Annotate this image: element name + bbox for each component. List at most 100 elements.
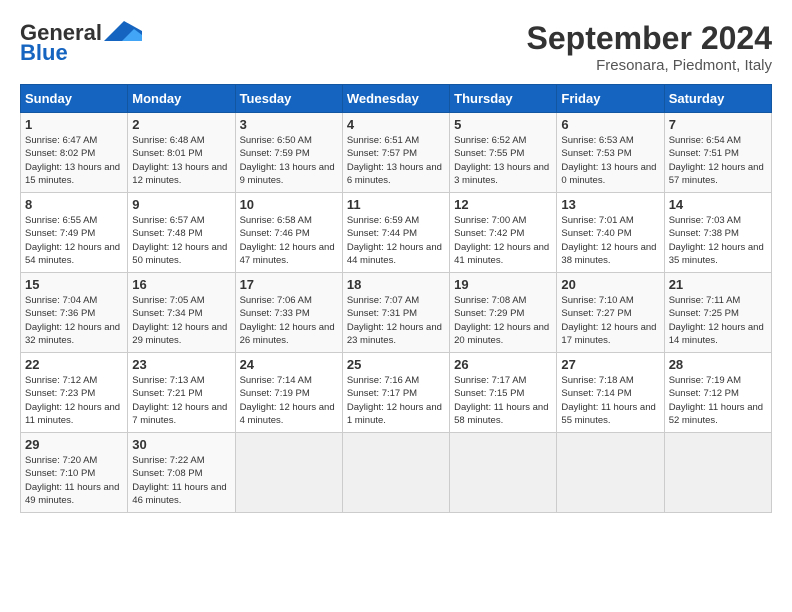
calendar-day-cell: 26 Sunrise: 7:17 AM Sunset: 7:15 PM Dayli… bbox=[450, 353, 557, 433]
calendar-day-cell bbox=[557, 433, 664, 513]
day-number: 1 bbox=[25, 117, 123, 132]
day-info: Sunrise: 6:53 AM Sunset: 7:53 PM Dayligh… bbox=[561, 134, 659, 187]
calendar-week-row: 29 Sunrise: 7:20 AM Sunset: 7:10 PM Dayli… bbox=[21, 433, 772, 513]
day-info: Sunrise: 7:04 AM Sunset: 7:36 PM Dayligh… bbox=[25, 294, 123, 347]
calendar-day-cell: 8 Sunrise: 6:55 AM Sunset: 7:49 PM Daylig… bbox=[21, 193, 128, 273]
day-info: Sunrise: 7:05 AM Sunset: 7:34 PM Dayligh… bbox=[132, 294, 230, 347]
calendar-week-row: 8 Sunrise: 6:55 AM Sunset: 7:49 PM Daylig… bbox=[21, 193, 772, 273]
calendar-day-cell: 3Sunrise: 6:50 AM Sunset: 7:59 PM Daylig… bbox=[235, 113, 342, 193]
day-info: Sunrise: 7:13 AM Sunset: 7:21 PM Dayligh… bbox=[132, 374, 230, 427]
calendar-day-cell bbox=[342, 433, 449, 513]
calendar-day-cell: 4 Sunrise: 6:51 AM Sunset: 7:57 PM Daylig… bbox=[342, 113, 449, 193]
day-number: 22 bbox=[25, 357, 123, 372]
day-of-week-header: Saturday bbox=[664, 85, 771, 113]
day-info: Sunrise: 7:11 AM Sunset: 7:25 PM Dayligh… bbox=[669, 294, 767, 347]
day-of-week-header: Tuesday bbox=[235, 85, 342, 113]
day-info: Sunrise: 7:08 AM Sunset: 7:29 PM Dayligh… bbox=[454, 294, 552, 347]
day-info: Sunrise: 7:14 AM Sunset: 7:19 PM Dayligh… bbox=[240, 374, 338, 427]
day-number: 5 bbox=[454, 117, 552, 132]
day-number: 13 bbox=[561, 197, 659, 212]
day-of-week-header: Wednesday bbox=[342, 85, 449, 113]
day-number: 8 bbox=[25, 197, 123, 212]
day-number: 15 bbox=[25, 277, 123, 292]
calendar-week-row: 1 Sunrise: 6:47 AM Sunset: 8:02 PM Daylig… bbox=[21, 113, 772, 193]
day-of-week-header: Monday bbox=[128, 85, 235, 113]
day-info: Sunrise: 7:01 AM Sunset: 7:40 PM Dayligh… bbox=[561, 214, 659, 267]
calendar-day-cell: 14Sunrise: 7:03 AM Sunset: 7:38 PM Dayli… bbox=[664, 193, 771, 273]
calendar-week-row: 22 Sunrise: 7:12 AM Sunset: 7:23 PM Dayli… bbox=[21, 353, 772, 433]
logo: General Blue bbox=[20, 20, 142, 66]
day-number: 29 bbox=[25, 437, 123, 452]
day-number: 2 bbox=[132, 117, 230, 132]
day-number: 27 bbox=[561, 357, 659, 372]
day-info: Sunrise: 6:51 AM Sunset: 7:57 PM Dayligh… bbox=[347, 134, 445, 187]
day-info: Sunrise: 7:10 AM Sunset: 7:27 PM Dayligh… bbox=[561, 294, 659, 347]
calendar-header-row: SundayMondayTuesdayWednesdayThursdayFrid… bbox=[21, 85, 772, 113]
calendar-day-cell: 24 Sunrise: 7:14 AM Sunset: 7:19 PM Dayli… bbox=[235, 353, 342, 433]
day-info: Sunrise: 7:19 AM Sunset: 7:12 PM Dayligh… bbox=[669, 374, 767, 427]
day-number: 26 bbox=[454, 357, 552, 372]
day-number: 28 bbox=[669, 357, 767, 372]
calendar-day-cell: 15 Sunrise: 7:04 AM Sunset: 7:36 PM Dayli… bbox=[21, 273, 128, 353]
day-number: 4 bbox=[347, 117, 445, 132]
day-number: 6 bbox=[561, 117, 659, 132]
day-info: Sunrise: 6:54 AM Sunset: 7:51 PM Dayligh… bbox=[669, 134, 767, 187]
logo-icon bbox=[104, 21, 142, 45]
calendar-day-cell: 2 Sunrise: 6:48 AM Sunset: 8:01 PM Daylig… bbox=[128, 113, 235, 193]
calendar-day-cell bbox=[235, 433, 342, 513]
day-number: 25 bbox=[347, 357, 445, 372]
calendar-day-cell: 29 Sunrise: 7:20 AM Sunset: 7:10 PM Dayli… bbox=[21, 433, 128, 513]
calendar-day-cell: 5 Sunrise: 6:52 AM Sunset: 7:55 PM Daylig… bbox=[450, 113, 557, 193]
calendar-day-cell: 11Sunrise: 6:59 AM Sunset: 7:44 PM Dayli… bbox=[342, 193, 449, 273]
calendar-day-cell: 25Sunrise: 7:16 AM Sunset: 7:17 PM Dayli… bbox=[342, 353, 449, 433]
calendar-day-cell: 17 Sunrise: 7:06 AM Sunset: 7:33 PM Dayli… bbox=[235, 273, 342, 353]
location: Fresonara, Piedmont, Italy bbox=[527, 57, 772, 74]
day-number: 10 bbox=[240, 197, 338, 212]
day-number: 17 bbox=[240, 277, 338, 292]
calendar-week-row: 15 Sunrise: 7:04 AM Sunset: 7:36 PM Dayli… bbox=[21, 273, 772, 353]
page-header: General Blue September 2024 Fresonara, P… bbox=[20, 20, 772, 74]
day-info: Sunrise: 6:58 AM Sunset: 7:46 PM Dayligh… bbox=[240, 214, 338, 267]
day-number: 20 bbox=[561, 277, 659, 292]
day-number: 30 bbox=[132, 437, 230, 452]
calendar-day-cell: 16 Sunrise: 7:05 AM Sunset: 7:34 PM Dayli… bbox=[128, 273, 235, 353]
day-info: Sunrise: 6:48 AM Sunset: 8:01 PM Dayligh… bbox=[132, 134, 230, 187]
day-info: Sunrise: 7:18 AM Sunset: 7:14 PM Dayligh… bbox=[561, 374, 659, 427]
day-number: 19 bbox=[454, 277, 552, 292]
calendar-day-cell: 23 Sunrise: 7:13 AM Sunset: 7:21 PM Dayli… bbox=[128, 353, 235, 433]
month-title: September 2024 bbox=[527, 20, 772, 57]
day-info: Sunrise: 6:57 AM Sunset: 7:48 PM Dayligh… bbox=[132, 214, 230, 267]
day-number: 21 bbox=[669, 277, 767, 292]
day-info: Sunrise: 6:52 AM Sunset: 7:55 PM Dayligh… bbox=[454, 134, 552, 187]
day-info: Sunrise: 7:06 AM Sunset: 7:33 PM Dayligh… bbox=[240, 294, 338, 347]
calendar-day-cell: 19 Sunrise: 7:08 AM Sunset: 7:29 PM Dayli… bbox=[450, 273, 557, 353]
day-number: 9 bbox=[132, 197, 230, 212]
logo-blue: Blue bbox=[20, 40, 68, 66]
day-number: 23 bbox=[132, 357, 230, 372]
day-number: 11 bbox=[347, 197, 445, 212]
day-info: Sunrise: 7:20 AM Sunset: 7:10 PM Dayligh… bbox=[25, 454, 123, 507]
day-info: Sunrise: 6:50 AM Sunset: 7:59 PM Dayligh… bbox=[240, 134, 338, 187]
day-info: Sunrise: 7:12 AM Sunset: 7:23 PM Dayligh… bbox=[25, 374, 123, 427]
calendar-day-cell: 27 Sunrise: 7:18 AM Sunset: 7:14 PM Dayli… bbox=[557, 353, 664, 433]
calendar-day-cell: 21 Sunrise: 7:11 AM Sunset: 7:25 PM Dayli… bbox=[664, 273, 771, 353]
day-number: 16 bbox=[132, 277, 230, 292]
calendar-day-cell: 12Sunrise: 7:00 AM Sunset: 7:42 PM Dayli… bbox=[450, 193, 557, 273]
day-of-week-header: Sunday bbox=[21, 85, 128, 113]
title-block: September 2024 Fresonara, Piedmont, Ital… bbox=[527, 20, 772, 74]
day-of-week-header: Thursday bbox=[450, 85, 557, 113]
calendar-day-cell bbox=[664, 433, 771, 513]
calendar-day-cell: 10 Sunrise: 6:58 AM Sunset: 7:46 PM Dayli… bbox=[235, 193, 342, 273]
day-number: 18 bbox=[347, 277, 445, 292]
day-info: Sunrise: 6:47 AM Sunset: 8:02 PM Dayligh… bbox=[25, 134, 123, 187]
calendar-table: SundayMondayTuesdayWednesdayThursdayFrid… bbox=[20, 84, 772, 513]
day-info: Sunrise: 6:55 AM Sunset: 7:49 PM Dayligh… bbox=[25, 214, 123, 267]
calendar-day-cell: 1 Sunrise: 6:47 AM Sunset: 8:02 PM Daylig… bbox=[21, 113, 128, 193]
day-info: Sunrise: 7:17 AM Sunset: 7:15 PM Dayligh… bbox=[454, 374, 552, 427]
calendar-day-cell: 18 Sunrise: 7:07 AM Sunset: 7:31 PM Dayli… bbox=[342, 273, 449, 353]
calendar-day-cell: 20 Sunrise: 7:10 AM Sunset: 7:27 PM Dayli… bbox=[557, 273, 664, 353]
day-number: 24 bbox=[240, 357, 338, 372]
calendar-day-cell: 22 Sunrise: 7:12 AM Sunset: 7:23 PM Dayli… bbox=[21, 353, 128, 433]
day-number: 14 bbox=[669, 197, 767, 212]
day-info: Sunrise: 7:07 AM Sunset: 7:31 PM Dayligh… bbox=[347, 294, 445, 347]
